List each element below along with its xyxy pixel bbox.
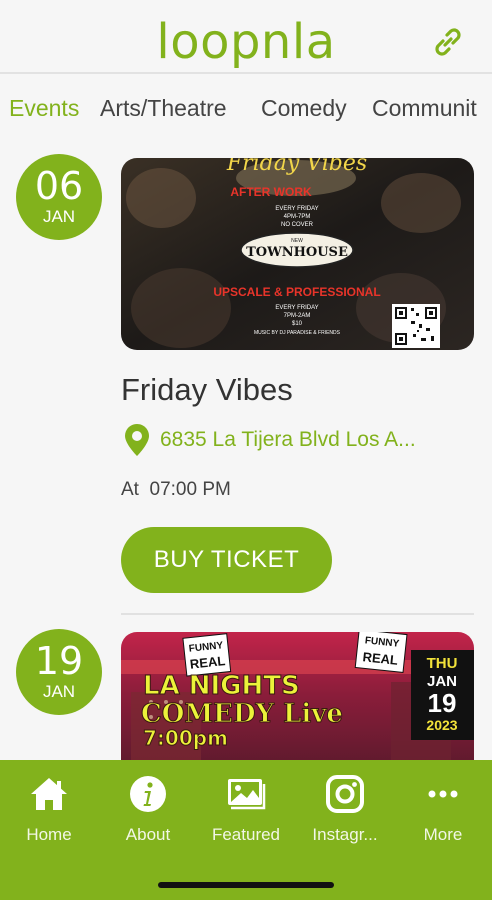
poster-date: THU bbox=[427, 655, 458, 672]
event-time-value: 07:00 PM bbox=[149, 479, 231, 500]
event-time-prefix: At bbox=[121, 479, 139, 500]
poster-line: NO COVER bbox=[281, 222, 314, 228]
poster-line: UPSCALE & PROFESSIONAL bbox=[213, 285, 380, 299]
tab-events[interactable]: Events bbox=[9, 94, 79, 122]
event-poster-image[interactable]: FUNNY REAL FUNNY REAL LA NIGHTS COMEDY L… bbox=[121, 632, 474, 760]
poster-heading: Friday Vibes bbox=[226, 158, 367, 176]
app-logo: loopnla bbox=[156, 14, 336, 70]
nav-label: Instagr... bbox=[312, 825, 378, 844]
home-indicator[interactable] bbox=[158, 882, 334, 888]
event-poster-image[interactable]: Friday Vibes AFTER WORK EVERY FRIDAY 4PM… bbox=[121, 158, 474, 350]
poster-headline: 7:00pm bbox=[143, 726, 228, 750]
nav-featured[interactable]: Featured bbox=[197, 774, 295, 845]
qr-code-icon bbox=[392, 304, 440, 348]
share-link-icon[interactable] bbox=[428, 22, 468, 62]
nav-more[interactable]: More bbox=[394, 774, 492, 845]
poster-line: 7PM-2AM bbox=[284, 313, 311, 319]
app-header: loopnla bbox=[0, 0, 492, 72]
event-title[interactable]: Friday Vibes bbox=[121, 372, 293, 408]
nav-home[interactable]: Home bbox=[0, 774, 98, 845]
event-day: 06 bbox=[34, 164, 84, 208]
poster-line: 4PM-7PM bbox=[284, 214, 311, 220]
event-time: At 07:00 PM bbox=[121, 479, 231, 501]
poster-line: EVERY FRIDAY bbox=[275, 206, 318, 212]
poster-headline: LA NIGHTS bbox=[143, 671, 300, 701]
poster-line: $10 bbox=[292, 321, 303, 327]
nav-label: More bbox=[423, 825, 463, 844]
buy-ticket-button[interactable]: BUY TICKET bbox=[121, 527, 332, 593]
nav-label: Home bbox=[26, 825, 72, 844]
tab-comedy[interactable]: Comedy bbox=[261, 94, 347, 122]
image-gallery-icon bbox=[228, 779, 266, 810]
location-pin-icon bbox=[125, 424, 149, 456]
event-feed[interactable]: 06 JAN Friday Vibes AFTER WORK EVERY FRI… bbox=[0, 138, 492, 760]
event-date-badge: 06 JAN bbox=[16, 154, 102, 240]
poster-line: AFTER WORK bbox=[230, 185, 312, 199]
poster-line: EVERY FRIDAY bbox=[275, 305, 318, 311]
nav-label: About bbox=[125, 825, 171, 844]
tab-community[interactable]: Communit bbox=[372, 94, 477, 122]
event-divider bbox=[121, 613, 474, 615]
event-month: JAN bbox=[42, 207, 76, 226]
event-month: JAN bbox=[42, 682, 76, 701]
tab-arts-theatre[interactable]: Arts/Theatre bbox=[100, 94, 227, 122]
poster-date: 19 bbox=[428, 688, 457, 718]
poster-venue: NEW bbox=[291, 238, 303, 244]
event-address-link[interactable]: 6835 La Tijera Blvd Los A... bbox=[160, 428, 475, 452]
home-icon bbox=[31, 778, 67, 810]
poster-headline: COMEDY Live bbox=[141, 699, 343, 729]
event-day: 19 bbox=[34, 639, 84, 683]
nav-label: Featured bbox=[211, 825, 281, 844]
instagram-icon bbox=[326, 775, 364, 813]
nav-about[interactable]: About bbox=[99, 774, 197, 845]
poster-line: MUSIC BY DJ PARADISE & FRIENDS bbox=[254, 330, 341, 336]
more-dots-icon bbox=[428, 790, 458, 798]
poster-venue: TOWNHOUSE bbox=[246, 245, 348, 260]
nav-instagram[interactable]: Instagr... bbox=[296, 774, 394, 845]
poster-date: 2023 bbox=[426, 717, 457, 733]
info-icon bbox=[130, 776, 166, 812]
category-tabs: Events Arts/Theatre Comedy Communit bbox=[0, 72, 492, 138]
event-date-badge: 19 JAN bbox=[16, 629, 102, 715]
bottom-navigation: Home About Featured Instagr... More bbox=[0, 760, 492, 900]
